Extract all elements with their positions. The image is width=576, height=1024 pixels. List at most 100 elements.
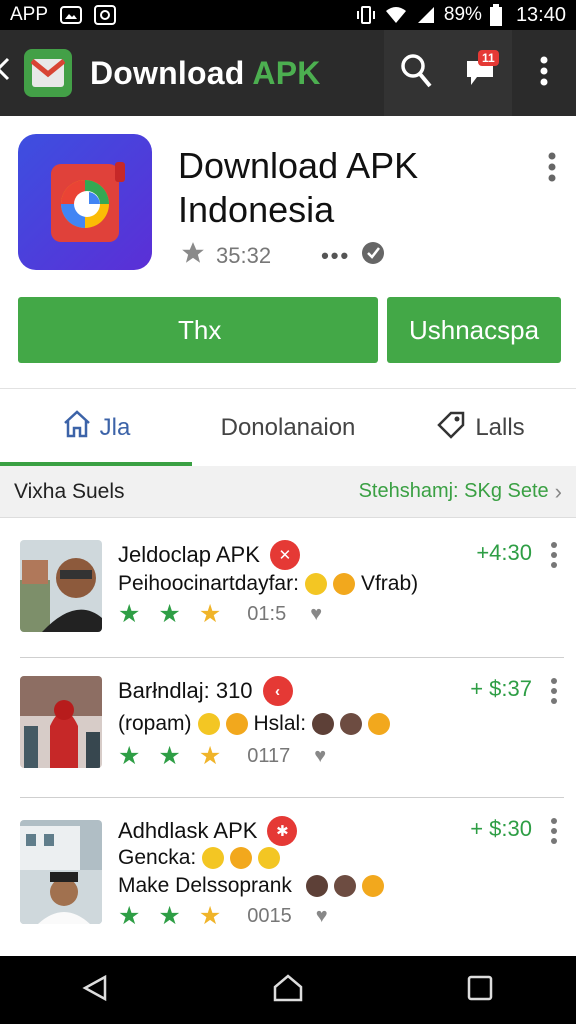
emoji-icon	[361, 875, 384, 897]
secondary-button[interactable]: Ushnacspa	[387, 297, 561, 363]
status-bar: APP 89% 13:40	[0, 0, 576, 30]
section-see-all-link[interactable]: Stehshamj: SKg Sete ›	[359, 479, 562, 505]
verified-badge-icon: ✱	[267, 816, 298, 846]
item-subtitle-line2: Make Delssoprank	[118, 874, 384, 898]
meta-dots: •••	[321, 243, 351, 268]
emoji-icon	[258, 847, 281, 869]
star-icon: ★	[158, 902, 181, 930]
tab-label: Lalls	[475, 413, 525, 441]
item-thumbnail	[20, 676, 102, 768]
battery-icon	[489, 4, 502, 26]
list-item[interactable]: Adhdlask APK ✱ Gencka: Make Delssoprank …	[0, 798, 576, 954]
star-icon: ★	[118, 742, 141, 770]
app-bar-title-accent: APK	[252, 54, 321, 91]
item-thumbnail	[20, 540, 102, 632]
tab-label: Donolanaion	[220, 413, 356, 441]
back-triangle-icon	[81, 973, 111, 1008]
more-vert-icon[interactable]	[550, 542, 558, 573]
more-vert-icon[interactable]	[548, 152, 558, 187]
item-rating-row: ★ ★ ★ 0117 ♥	[118, 744, 326, 769]
item-subtitle-b: Hslal:	[253, 712, 307, 735]
tab-home[interactable]: Jla	[0, 389, 192, 466]
emoji-icon	[202, 847, 225, 869]
emoji-icon	[230, 847, 253, 869]
app-meta: 35:32 •••	[180, 240, 386, 272]
emoji-icon	[225, 713, 248, 735]
signal-icon	[416, 5, 436, 25]
emoji-icon	[304, 573, 327, 595]
item-count: 0015	[247, 905, 292, 927]
screenshot-icon	[94, 5, 117, 25]
emoji-icon	[332, 573, 355, 595]
list-item[interactable]: Jeldoclap APK ✕ Peihoocinartdayfar: Vfra…	[0, 518, 576, 658]
app-rating: 35:32	[216, 243, 272, 268]
item-rating-row: ★ ★ ★ 0015 ♥	[118, 904, 328, 929]
more-vert-icon[interactable]	[550, 678, 558, 709]
more-vert-icon	[540, 56, 548, 91]
tag-icon	[435, 409, 467, 446]
heart-icon[interactable]: ♥	[314, 745, 326, 768]
status-time: 13:40	[515, 3, 566, 26]
star-outline-icon	[180, 240, 206, 272]
item-count: 01:5	[247, 603, 287, 625]
item-price: + $:30	[470, 816, 532, 841]
home-outline-icon	[272, 973, 304, 1008]
item-subtitle: Peihoocinartdayfar: Vfrab)	[118, 572, 418, 596]
list-item[interactable]: Barłndlaj: 310 ‹ (ropam) Hslal: ★ ★ ★ 01…	[0, 658, 576, 798]
section-link-label: Stehshamj: SKg Sete	[358, 480, 549, 502]
section-title: Vixha Suels	[14, 479, 125, 503]
app-icon	[18, 134, 152, 270]
nav-recents-button[interactable]	[450, 960, 510, 1020]
nav-back-button[interactable]	[66, 960, 126, 1020]
avatar-icon	[333, 875, 356, 897]
search-icon	[398, 53, 434, 94]
verified-badge-icon: ✕	[269, 540, 300, 570]
app-bar-title: Download APK	[90, 55, 321, 92]
notification-badge: 11	[478, 50, 499, 66]
system-nav-bar	[0, 956, 576, 1024]
star-icon: ★	[158, 600, 181, 628]
item-count: 0117	[247, 745, 291, 767]
vibrate-icon	[356, 5, 376, 25]
item-price: + $:37	[470, 676, 532, 701]
item-subtitle-a: Peihoocinartdayfar:	[118, 572, 299, 595]
battery-percent: 89%	[443, 4, 482, 25]
item-title: Jeldoclap APK	[118, 542, 260, 567]
section-header: Vixha Suels Stehshamj: SKg Sete ›	[0, 466, 576, 518]
item-rating-row: ★ ★ ★ 01:5 ♥	[118, 602, 322, 627]
search-button[interactable]	[384, 30, 448, 116]
heart-icon[interactable]: ♥	[316, 905, 328, 928]
item-subtitle-a: Gencka:	[118, 846, 197, 869]
tab-bar: Jla Donolanaion Lalls	[0, 388, 576, 466]
item-title-row: Barłndlaj: 310 ‹	[118, 676, 293, 706]
back-icon[interactable]	[0, 55, 10, 91]
more-vert-icon[interactable]	[550, 818, 558, 849]
notifications-button[interactable]: 11	[448, 30, 512, 116]
app-name: Download APK Indonesia	[178, 145, 419, 230]
item-subtitle-b: Vfrab)	[360, 572, 419, 595]
avatar-icon	[340, 713, 363, 735]
item-subtitle-c: Make Delssoprank	[118, 874, 292, 897]
chevron-right-icon: ›	[554, 478, 562, 504]
app-header: Download APK Indonesia 35:32 ••• Thx Ush…	[0, 116, 576, 386]
tab-downloads[interactable]: Donolanaion	[192, 389, 384, 466]
status-app-label: APP	[10, 4, 49, 25]
app-logo	[24, 49, 72, 97]
nav-home-button[interactable]	[258, 960, 318, 1020]
tab-label: Jla	[99, 413, 131, 441]
item-price: +4:30	[476, 540, 532, 565]
item-title: Adhdlask APK	[118, 818, 258, 843]
tab-tags[interactable]: Lalls	[384, 389, 576, 466]
content-rating-icon	[360, 240, 386, 272]
install-button[interactable]: Thx	[18, 297, 378, 363]
star-icon: ★	[118, 600, 141, 628]
item-subtitle: Gencka:	[118, 846, 281, 870]
wifi-icon	[384, 5, 408, 25]
avatar-icon	[305, 875, 328, 897]
overflow-menu-button[interactable]	[512, 30, 576, 116]
emoji-icon	[197, 713, 220, 735]
item-thumbnail	[20, 820, 102, 924]
recents-square-icon	[466, 974, 494, 1007]
heart-icon[interactable]: ♥	[310, 603, 322, 626]
star-icon: ★	[118, 902, 141, 930]
